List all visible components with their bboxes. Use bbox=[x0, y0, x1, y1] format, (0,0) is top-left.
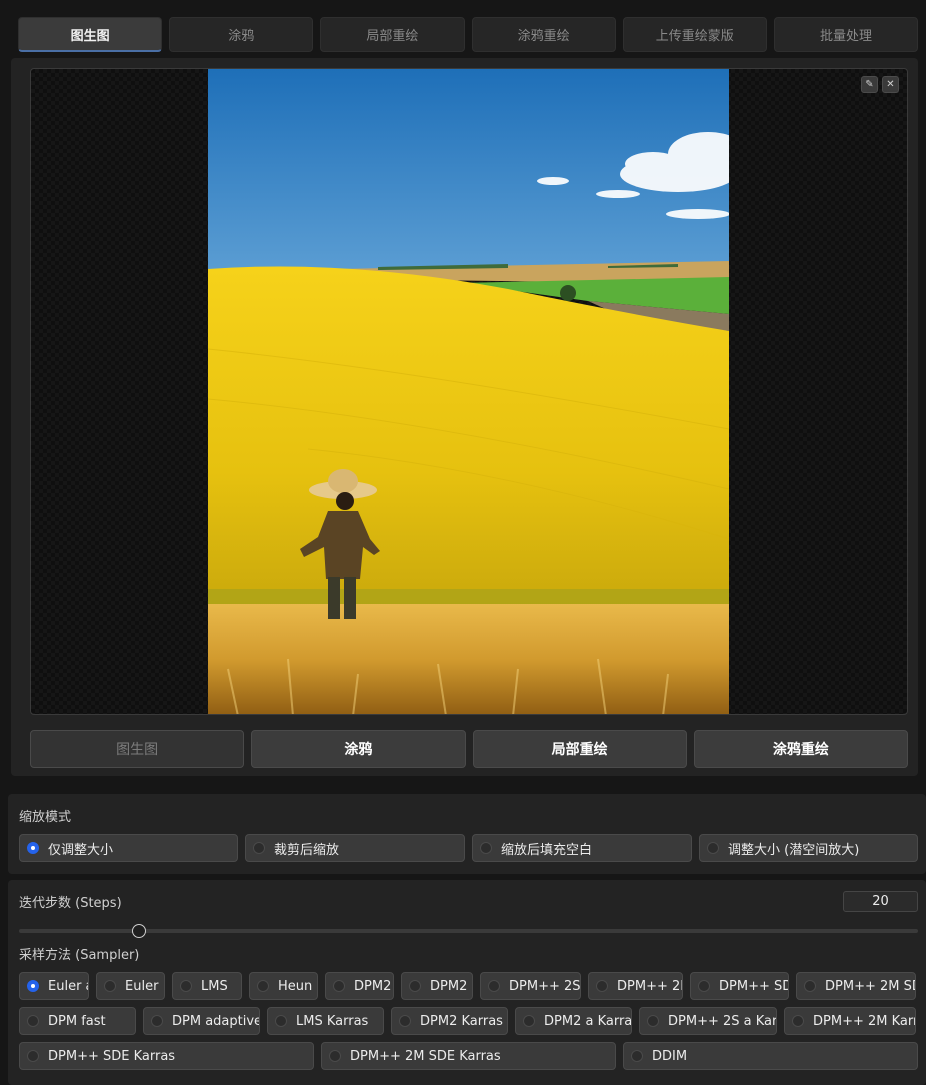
sampler-option-label: DPM2 Karras bbox=[420, 1013, 503, 1029]
radio-dot bbox=[275, 1015, 287, 1027]
sampler-option[interactable]: DPM2 a Karras bbox=[515, 1007, 632, 1035]
sampler-option-label: DPM2 a Karras bbox=[544, 1013, 632, 1029]
resize-option-label: 调整大小 (潜空间放大) bbox=[728, 842, 860, 858]
sampler-option[interactable]: Euler a bbox=[19, 972, 89, 1000]
radio-dot bbox=[27, 1050, 39, 1062]
image-canvas[interactable]: ✎ ✕ bbox=[30, 68, 908, 715]
radio-dot bbox=[698, 980, 710, 992]
canvas-toolbar: ✎ ✕ bbox=[861, 76, 899, 93]
radio-dot bbox=[596, 980, 608, 992]
resize-option[interactable]: 调整大小 (潜空间放大) bbox=[699, 834, 918, 862]
radio-dot bbox=[333, 980, 345, 992]
tab-inpaint-upload[interactable]: 上传重绘蒙版 bbox=[622, 17, 767, 52]
send-to-row: 图生图 涂鸦 局部重绘 涂鸦重绘 bbox=[30, 730, 908, 768]
sampler-option[interactable]: Heun bbox=[249, 972, 318, 1000]
radio-dot bbox=[399, 1015, 411, 1027]
resize-mode-options: 仅调整大小 裁剪后缩放 缩放后填充空白 调整大小 (潜空间放大) bbox=[19, 834, 918, 862]
sampler-option-label: DPM++ 2M bbox=[617, 978, 682, 994]
sampler-option[interactable]: DPM fast bbox=[19, 1007, 136, 1035]
send-to-img2img-button[interactable]: 图生图 bbox=[30, 730, 245, 768]
sampler-option-label: Euler a bbox=[48, 978, 89, 994]
sampler-option-label: LMS bbox=[201, 978, 228, 994]
radio-dot bbox=[253, 842, 265, 854]
steps-number-input[interactable]: 20 bbox=[843, 891, 918, 912]
sampler-option[interactable]: DPM2 a bbox=[401, 972, 473, 1000]
resize-option-label: 裁剪后缩放 bbox=[274, 842, 340, 858]
radio-dot bbox=[180, 980, 192, 992]
sampler-row-1: Euler a Euler LMS Heun DPM2 DPM2 a DPM++… bbox=[19, 972, 916, 1000]
sampler-option-label: DPM2 a bbox=[430, 978, 472, 994]
resize-option[interactable]: 裁剪后缩放 bbox=[245, 834, 465, 862]
sampler-option[interactable]: DPM++ 2M bbox=[588, 972, 683, 1000]
radio-dot bbox=[409, 980, 421, 992]
send-to-inpaint-sketch-button[interactable]: 涂鸦重绘 bbox=[693, 730, 908, 768]
sampler-option[interactable]: Euler bbox=[96, 972, 165, 1000]
sampler-option-label: DPM++ SDE Karras bbox=[48, 1048, 176, 1064]
radio-dot bbox=[329, 1050, 341, 1062]
tab-batch[interactable]: 批量处理 bbox=[773, 17, 919, 52]
sampler-option-label: LMS Karras bbox=[296, 1013, 369, 1029]
radio-dot bbox=[257, 980, 269, 992]
radio-dot bbox=[804, 980, 816, 992]
tab-inpaint-sketch[interactable]: 涂鸦重绘 bbox=[471, 17, 616, 52]
sampler-option-label: DPM2 bbox=[354, 978, 392, 994]
sampler-option-label: DPM++ SDE bbox=[719, 978, 788, 994]
sampler-option[interactable]: DPM++ 2M SDE bbox=[796, 972, 916, 1000]
sampler-option[interactable]: LMS bbox=[172, 972, 242, 1000]
sampler-option-label: Heun bbox=[278, 978, 313, 994]
steps-label: 迭代步数 (Steps) bbox=[19, 896, 122, 911]
sampler-option[interactable]: DPM2 Karras bbox=[391, 1007, 508, 1035]
sampler-option-label: Euler bbox=[125, 978, 159, 994]
radio-dot bbox=[480, 842, 492, 854]
sampler-option[interactable]: DPM++ 2S a bbox=[480, 972, 581, 1000]
sampler-option[interactable]: DDIM bbox=[623, 1042, 918, 1070]
tab-sketch[interactable]: 涂鸦 bbox=[169, 17, 314, 52]
radio-dot bbox=[488, 980, 500, 992]
send-to-sketch-button[interactable]: 涂鸦 bbox=[251, 730, 466, 768]
sampler-option-label: DPM++ 2M SDE Karras bbox=[350, 1048, 501, 1064]
tab-inpaint[interactable]: 局部重绘 bbox=[320, 17, 465, 52]
steps-slider-thumb[interactable] bbox=[132, 924, 146, 938]
tab-img2img[interactable]: 图生图 bbox=[18, 17, 163, 52]
radio-dot bbox=[647, 1015, 659, 1027]
sampler-option-label: DPM fast bbox=[48, 1013, 106, 1029]
radio-dot bbox=[792, 1015, 804, 1027]
resize-option-label: 仅调整大小 bbox=[48, 842, 114, 858]
sampler-option[interactable]: DPM2 bbox=[325, 972, 394, 1000]
sampler-option-label: DPM++ 2S a Karras bbox=[668, 1013, 777, 1029]
sampler-option[interactable]: DPM++ SDE bbox=[690, 972, 789, 1000]
resize-option-label: 缩放后填充空白 bbox=[501, 842, 593, 858]
sampler-row-3: DPM++ SDE Karras DPM++ 2M SDE Karras DDI… bbox=[19, 1042, 918, 1070]
radio-dot bbox=[707, 842, 719, 854]
sampler-option[interactable]: DPM++ 2S a Karras bbox=[639, 1007, 777, 1035]
close-icon[interactable]: ✕ bbox=[882, 76, 899, 93]
radio-dot bbox=[151, 1015, 163, 1027]
sampler-option[interactable]: LMS Karras bbox=[267, 1007, 384, 1035]
sampler-option-label: DPM++ 2M SDE bbox=[825, 978, 915, 994]
sampler-option[interactable]: DPM++ SDE Karras bbox=[19, 1042, 314, 1070]
resize-option[interactable]: 缩放后填充空白 bbox=[472, 834, 692, 862]
resize-mode-label: 缩放模式 bbox=[19, 810, 72, 825]
radio-dot bbox=[104, 980, 116, 992]
sampler-option-label: DPM adaptive bbox=[172, 1013, 260, 1029]
radio-dot bbox=[27, 842, 39, 854]
steps-slider[interactable] bbox=[19, 929, 918, 933]
sampler-row-2: DPM fast DPM adaptive LMS Karras DPM2 Ka… bbox=[19, 1007, 916, 1035]
mode-tabs: 图生图 涂鸦 局部重绘 涂鸦重绘 上传重绘蒙版 批量处理 bbox=[18, 17, 919, 52]
sampler-option-label: DPM++ 2S a bbox=[509, 978, 581, 994]
radio-dot bbox=[27, 1015, 39, 1027]
send-to-inpaint-button[interactable]: 局部重绘 bbox=[472, 730, 687, 768]
pencil-icon[interactable]: ✎ bbox=[861, 76, 878, 93]
sampler-option-label: DDIM bbox=[652, 1048, 688, 1064]
radio-dot bbox=[27, 980, 39, 992]
sampler-option[interactable]: DPM adaptive bbox=[143, 1007, 260, 1035]
sampler-label: 采样方法 (Sampler) bbox=[19, 948, 140, 963]
source-image[interactable] bbox=[208, 69, 729, 714]
sampler-option-label: DPM++ 2M Karras bbox=[813, 1013, 915, 1029]
sampler-option[interactable]: DPM++ 2M Karras bbox=[784, 1007, 916, 1035]
sampler-option[interactable]: DPM++ 2M SDE Karras bbox=[321, 1042, 616, 1070]
radio-dot bbox=[631, 1050, 643, 1062]
resize-option[interactable]: 仅调整大小 bbox=[19, 834, 238, 862]
radio-dot bbox=[523, 1015, 535, 1027]
